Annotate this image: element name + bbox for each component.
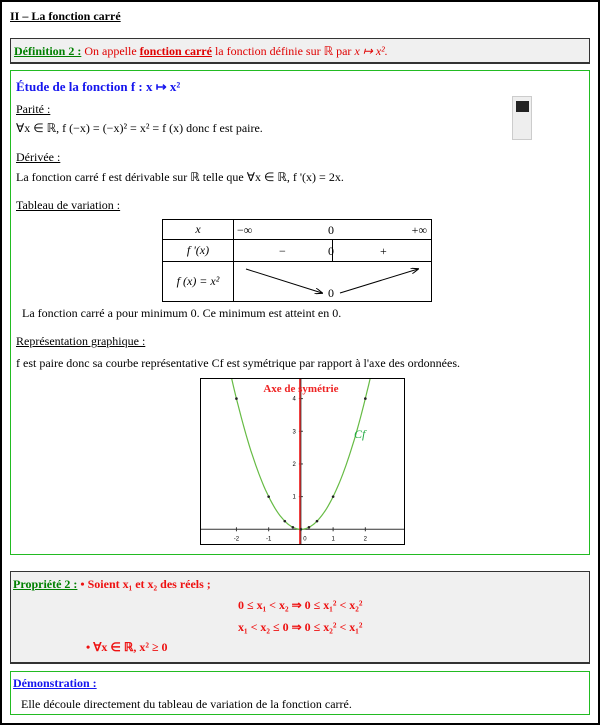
definition-term: fonction carré (139, 44, 212, 58)
definition-formula: x ↦ x². (354, 44, 388, 58)
repr-label: Représentation graphique : (16, 334, 146, 348)
propriete-line1: Propriété 2 : • Soient x₁ et x₂ des réel… (13, 577, 211, 592)
function-graph: -2 -1 0 1 2 1 2 3 4 Axe de symétrie Cf (200, 356, 405, 545)
propriete-line2: 0 ≤ x₁ < x₂ ⇒ 0 ≤ x₁² < x₂² (238, 598, 363, 612)
demonstration-label: Démonstration : (13, 676, 97, 690)
zero-label: 0 (328, 223, 334, 237)
y-tick-label: 1 (293, 495, 297, 501)
demonstration-text: Elle découle directement du tableau de v… (21, 697, 352, 711)
plus-infinity: +∞ (411, 223, 427, 237)
propriete-line4: • ∀x ∈ ℝ, x² ≥ 0 (86, 640, 168, 654)
graph-svg: -2 -1 0 1 2 1 2 3 4 Axe de symétrie Cf (201, 356, 404, 544)
calculator-icon (512, 96, 532, 140)
section-title: II – La fonction carré (10, 9, 121, 23)
decreasing-arrow (245, 268, 322, 293)
x-tick-label: -2 (234, 536, 240, 542)
minimum-value: 0 (328, 286, 334, 300)
sign-minus: − (279, 244, 286, 258)
curve-point (364, 397, 367, 400)
y-tick-label: 4 (293, 397, 297, 403)
table-header-derivative: f '(x) (162, 239, 234, 262)
increasing-arrow (339, 269, 418, 294)
tableau-label: Tableau de variation : (16, 198, 121, 212)
repr-text: f est paire donc sa courbe représentativ… (16, 356, 460, 370)
table-header-x: x (162, 219, 234, 240)
definition-box: Définition 2 : On appelle fonction carré… (10, 38, 590, 64)
propriete-label: Propriété 2 : (13, 577, 78, 591)
curve-point (291, 525, 295, 529)
sign-zero: 0 (328, 244, 334, 258)
curve-point (307, 525, 311, 529)
derivee-label: Dérivée : (16, 150, 61, 164)
curve-point (315, 519, 319, 523)
parite-text: ∀x ∈ ℝ, f (−x) = (−x)² = x² = f (x) donc… (16, 121, 263, 135)
variation-table: x −∞ 0 +∞ f '(x) − 0 + f (x) = x² 0 (162, 219, 432, 302)
curve-point (299, 527, 303, 531)
curve-point (267, 495, 270, 498)
x-tick-label: -1 (266, 536, 272, 542)
curve-point (235, 397, 238, 400)
derivee-text: La fonction carré f est dérivable sur ℝ … (16, 170, 344, 184)
curve-label: Cf (354, 427, 367, 441)
sign-plus: + (380, 244, 387, 258)
y-tick-label: 2 (293, 462, 297, 468)
table-header-function: f (x) = x² (162, 261, 234, 302)
minus-infinity: −∞ (237, 223, 253, 237)
parite-label: Parité : (16, 102, 51, 116)
symmetry-axis-label: Axe de symétrie (263, 383, 338, 395)
definition-text-2: la fonction définie sur ℝ par (211, 44, 355, 58)
minimum-text: La fonction carré a pour minimum 0. Ce m… (22, 306, 342, 320)
zero-bar (332, 240, 333, 262)
etude-heading: Étude de la fonction f : x ↦ x² (16, 79, 181, 94)
propriete-line3: x₁ < x₂ ≤ 0 ⇒ 0 ≤ x₂² < x₁² (238, 620, 363, 634)
x-tick-label: 2 (364, 536, 368, 542)
curve-point (283, 519, 287, 523)
x-tick-label: 1 (331, 536, 335, 542)
definition-label: Définition 2 : (14, 44, 82, 58)
x-tick-label: 0 (303, 536, 307, 542)
definition-text: On appelle (81, 44, 140, 58)
y-tick-label: 3 (293, 429, 297, 435)
curve-point (331, 495, 335, 498)
propriete-intro: • Soient x₁ et x₂ des réels ; (77, 577, 211, 591)
